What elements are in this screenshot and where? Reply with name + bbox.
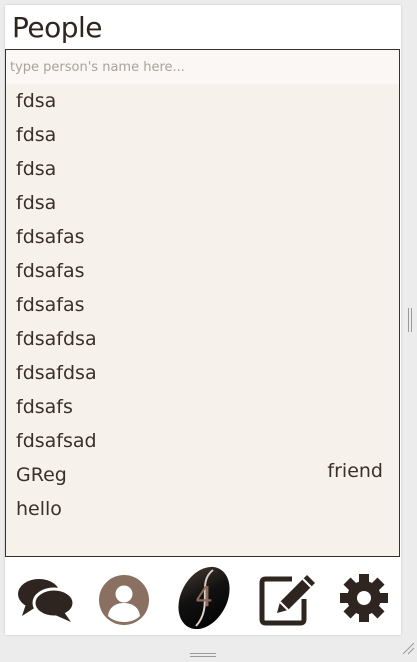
compose-button[interactable] (254, 563, 318, 629)
person-row[interactable]: fdsafas (6, 220, 399, 254)
person-row[interactable]: fdsafs (6, 390, 399, 424)
person-row[interactable]: fdsa (6, 118, 399, 152)
person-name: GReg (16, 464, 67, 486)
people-list: fdsa fdsa fdsa fdsa fdsafas fdsafas fdsafas fds… (6, 84, 399, 526)
person-row[interactable]: fdsa (6, 186, 399, 220)
person-row[interactable]: hello (6, 492, 399, 526)
compose-icon (259, 575, 315, 626)
person-row[interactable]: fdsa (6, 152, 399, 186)
person-row[interactable]: GReg friend (6, 458, 399, 492)
relation-label: friend (327, 460, 383, 482)
gear-icon (340, 574, 388, 622)
profile-icon (99, 575, 149, 625)
people-panel: People fdsafdsafdsafdsafdsafasfdsafasfds… (5, 5, 401, 635)
resize-handle-bottom[interactable] (190, 643, 216, 657)
person-name: fdsafas (16, 294, 85, 316)
person-name: fdsafdsa (16, 362, 97, 384)
settings-button[interactable] (332, 563, 396, 629)
person-name: fdsa (16, 158, 57, 180)
person-name: fdsafas (16, 226, 85, 248)
chat-bubbles-icon (18, 579, 76, 622)
person-row[interactable]: fdsafas (6, 288, 399, 322)
person-name: fdsa (16, 124, 57, 146)
person-name: fdsafsad (16, 430, 97, 452)
person-name: hello (16, 498, 62, 520)
person-row[interactable]: fdsafas (6, 254, 399, 288)
header: People (5, 5, 401, 49)
person-row[interactable]: fdsafdsa (6, 356, 399, 390)
bottom-toolbar: 4 (5, 557, 401, 635)
person-name: fdsa (16, 192, 57, 214)
person-name: fdsa (16, 90, 57, 112)
page-title: People (12, 11, 103, 44)
search-input[interactable] (6, 50, 399, 84)
profile-button[interactable] (92, 563, 156, 629)
resize-grip-corner[interactable] (402, 640, 415, 655)
person-row[interactable]: fdsa (6, 84, 399, 118)
resize-handle-right[interactable] (407, 308, 413, 332)
person-name: fdsafdsa (16, 328, 97, 350)
person-row[interactable]: fdsafdsa (6, 322, 399, 356)
person-name: fdsafas (16, 260, 85, 282)
notification-count: 4 (195, 580, 213, 613)
person-name: fdsafs (16, 396, 73, 418)
person-row[interactable]: fdsafsad (6, 424, 399, 458)
people-list-box: fdsafdsafdsafdsafdsafasfdsafasfdsafasfds… (5, 49, 400, 557)
chat-button[interactable] (14, 563, 78, 629)
